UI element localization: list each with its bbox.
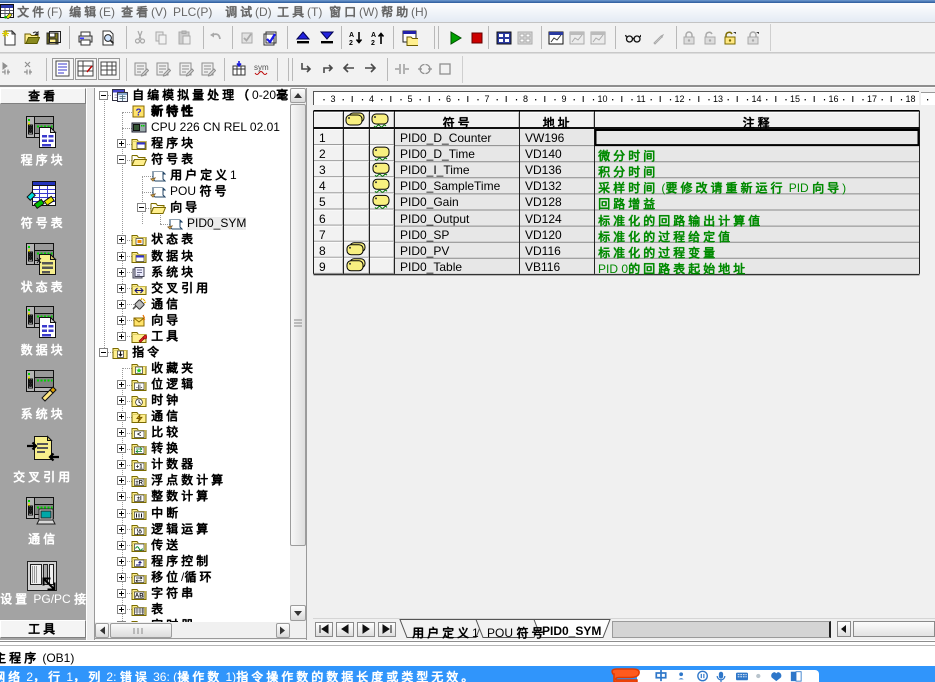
svg-text:18: 18 [905, 94, 915, 104]
svg-text:17: 17 [867, 94, 877, 104]
svg-text:11: 11 [636, 94, 645, 104]
svg-text:13: 13 [713, 94, 723, 104]
svg-text:9: 9 [561, 94, 566, 104]
svg-text:+1: +1 [136, 465, 144, 471]
svg-text:4: 4 [369, 94, 374, 104]
svg-text:±I: ±I [137, 497, 142, 503]
svg-text:-||-: -||- [136, 384, 142, 390]
svg-text:2: 2 [349, 40, 353, 46]
svg-text:±R: ±R [135, 481, 143, 487]
svg-text:sym: sym [254, 63, 269, 72]
svg-text:<: < [137, 431, 141, 438]
svg-text:14: 14 [751, 94, 761, 104]
svg-text:16: 16 [828, 94, 838, 104]
svg-text:A: A [349, 32, 354, 39]
svg-text:8: 8 [523, 94, 528, 104]
svg-text:7: 7 [484, 94, 489, 104]
svg-text:12: 12 [674, 94, 684, 104]
svg-text:2: 2 [371, 40, 375, 46]
svg-text:5: 5 [407, 94, 412, 104]
svg-text:6: 6 [446, 94, 451, 104]
svg-text:A: A [371, 32, 376, 39]
svg-text:¦ö: ¦ö [137, 529, 143, 535]
svg-text:?: ? [135, 108, 141, 119]
svg-text:AB: AB [135, 593, 144, 599]
svg-text:3: 3 [330, 94, 335, 104]
svg-text:15: 15 [790, 94, 800, 104]
svg-text:10: 10 [597, 94, 607, 104]
